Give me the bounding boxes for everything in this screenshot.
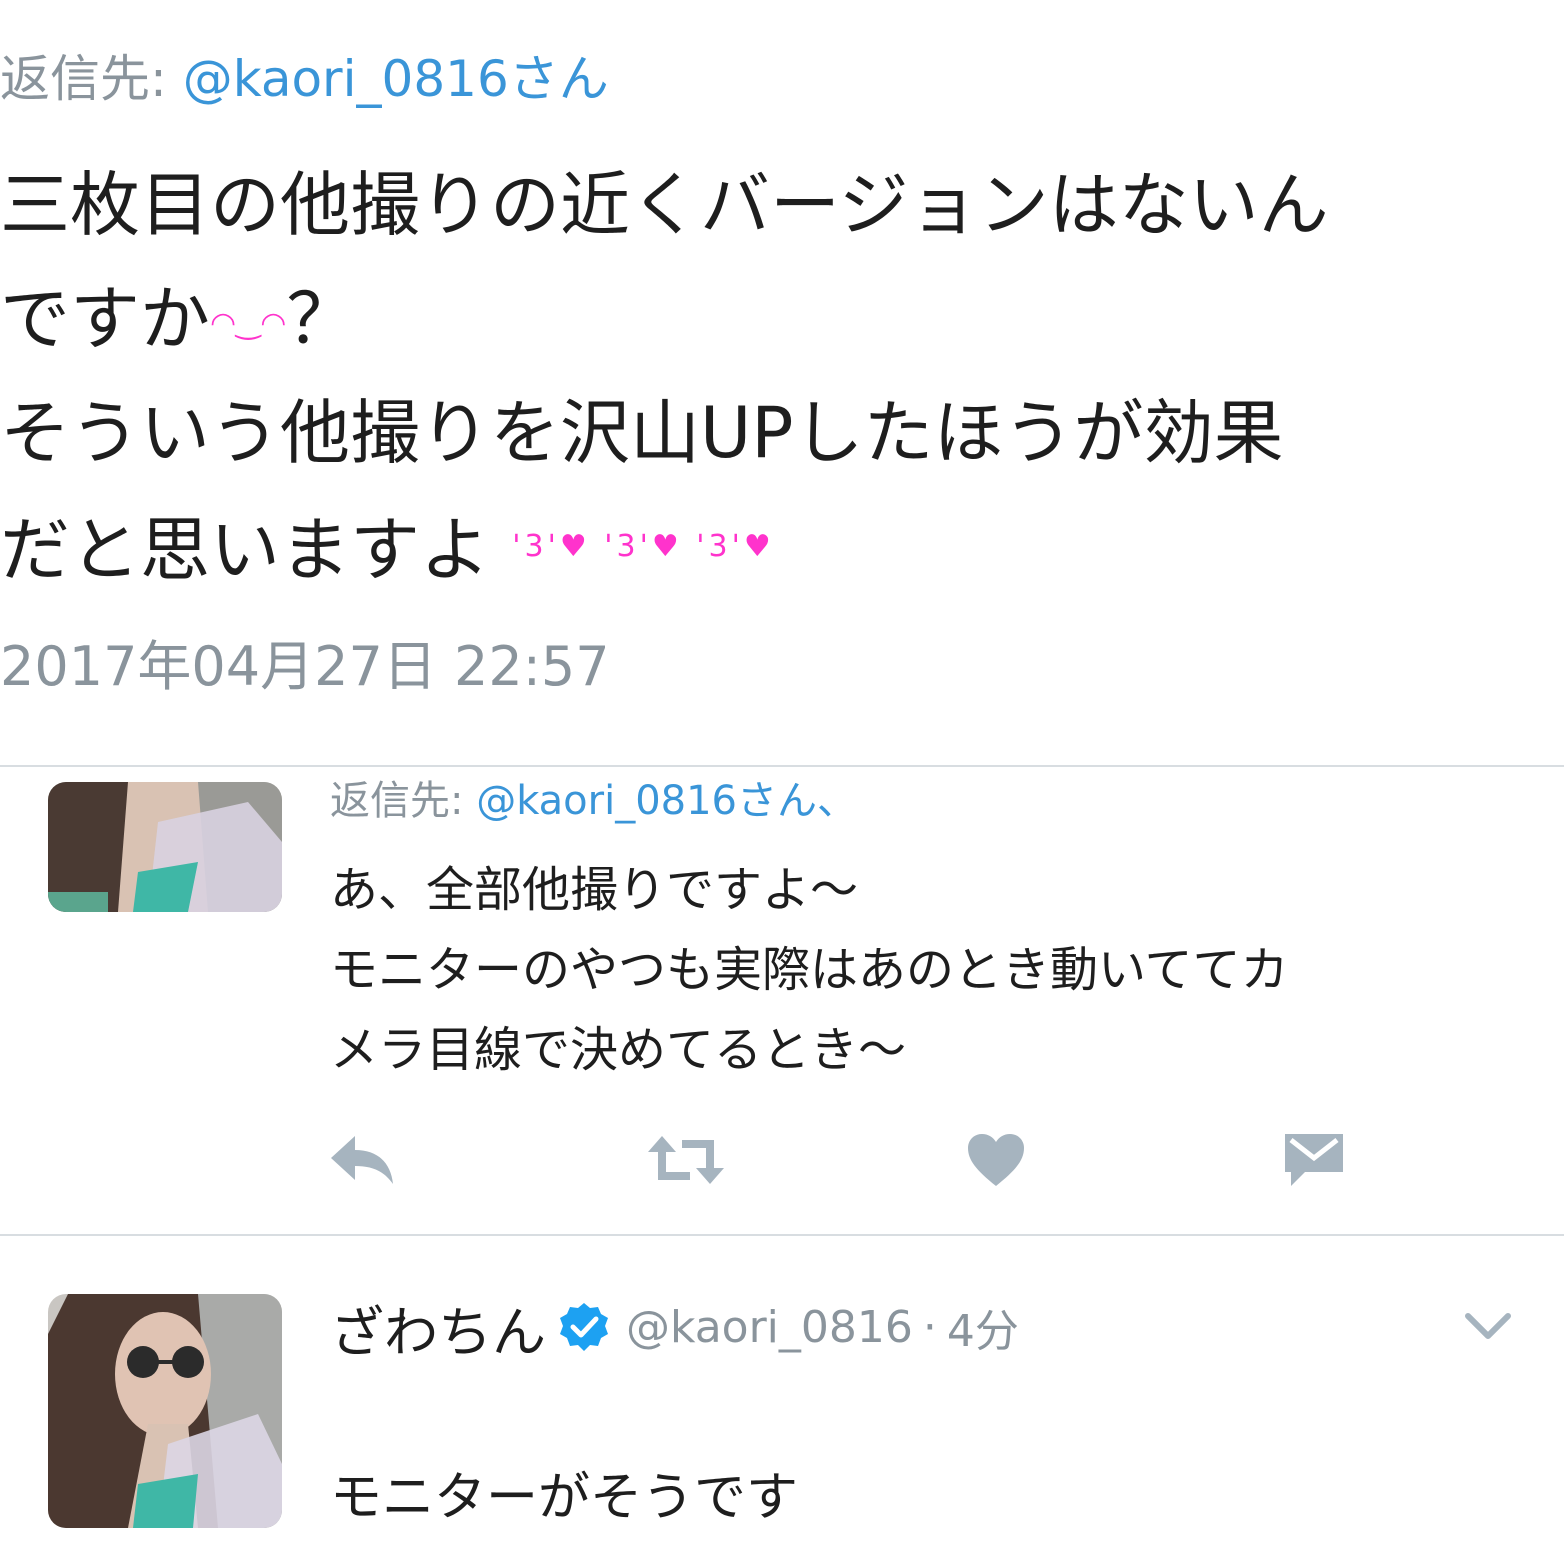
- chevron-down-icon: [1465, 1313, 1511, 1339]
- reply-text-line: モニターのやつも実際はあのとき動いててカ: [330, 942, 1289, 998]
- kiss-emoji-icon: '3'♥ '3'♥ '3'♥: [512, 529, 775, 564]
- tweet-text-line: そういう他撮りを沢山UPしたほうが効果: [0, 392, 1284, 474]
- tweet-menu-button[interactable]: [1462, 1306, 1514, 1346]
- tweet-timestamp[interactable]: 2017年04月27日 22:57: [0, 632, 610, 702]
- tweet-thread-screen: 返信先: @kaori_0816さん 三枚目の他撮りの近くバージョンはないん で…: [0, 0, 1564, 1564]
- avatar-photo-icon: [48, 1294, 282, 1528]
- main-tweet[interactable]: 返信先: @kaori_0816さん 三枚目の他撮りの近くバージョンはないん で…: [0, 0, 1564, 765]
- separator-dot: ·: [922, 1301, 937, 1353]
- divider: [0, 1234, 1564, 1236]
- tweet-text-line: 三枚目の他撮りの近くバージョンはないん: [0, 164, 1329, 246]
- reply-text: モニターがそうです: [330, 1468, 799, 1528]
- reply-text: あ、全部他撮りですよ〜 モニターのやつも実際はあのとき動いててカ メラ目線で決め…: [330, 850, 1530, 1090]
- tweet-author-line: ざわちん @kaori_0816 · 4分: [330, 1292, 1019, 1364]
- smile-emoji-icon: ◠‿◠: [210, 306, 287, 341]
- reply-to-label: 返信先:: [330, 778, 477, 824]
- divider: [0, 765, 1564, 767]
- reply-text-line: メラ目線で決めてるとき〜: [330, 1022, 907, 1078]
- reply-to-line: 返信先: @kaori_0816さん、: [330, 776, 857, 826]
- author-name[interactable]: ざわちん: [330, 1288, 546, 1367]
- envelope-icon: [1285, 1134, 1343, 1186]
- heart-icon: [968, 1134, 1024, 1186]
- tweet-text-fragment: ですか: [0, 278, 210, 360]
- tweet-text: 三枚目の他撮りの近くバージョンはないん ですか◠‿◠？ そういう他撮りを沢山UP…: [0, 148, 1564, 604]
- reply-icon: [331, 1136, 393, 1184]
- direct-message-button[interactable]: [1274, 1120, 1354, 1200]
- reply-to-mention[interactable]: @kaori_0816さん: [183, 50, 609, 108]
- tweet-actions-bar: [0, 1120, 1564, 1200]
- author-handle[interactable]: @kaori_0816: [626, 1302, 913, 1353]
- reply-text-line: あ、全部他撮りですよ〜: [330, 862, 859, 918]
- retweet-icon: [648, 1136, 724, 1184]
- avatar[interactable]: [48, 1294, 282, 1528]
- avatar-photo-icon: [48, 782, 282, 912]
- reply-to-label: 返信先:: [0, 50, 183, 108]
- reply-button[interactable]: [322, 1120, 402, 1200]
- verified-badge-icon: [558, 1301, 610, 1353]
- avatar[interactable]: [48, 782, 282, 912]
- tweet-text-line: ですか◠‿◠？: [0, 262, 1564, 376]
- reply-to-line: 返信先: @kaori_0816さん: [0, 46, 609, 112]
- tweet-time-ago[interactable]: 4分: [947, 1295, 1019, 1359]
- tweet-text-line: だと思いますよ '3'♥ '3'♥ '3'♥: [0, 490, 1564, 604]
- reply-to-mention[interactable]: @kaori_0816さん、: [476, 778, 857, 824]
- like-button[interactable]: [956, 1120, 1036, 1200]
- retweet-button[interactable]: [646, 1120, 726, 1200]
- question-mark: ？: [286, 278, 357, 360]
- tweet-text-fragment: だと思いますよ: [0, 509, 490, 591]
